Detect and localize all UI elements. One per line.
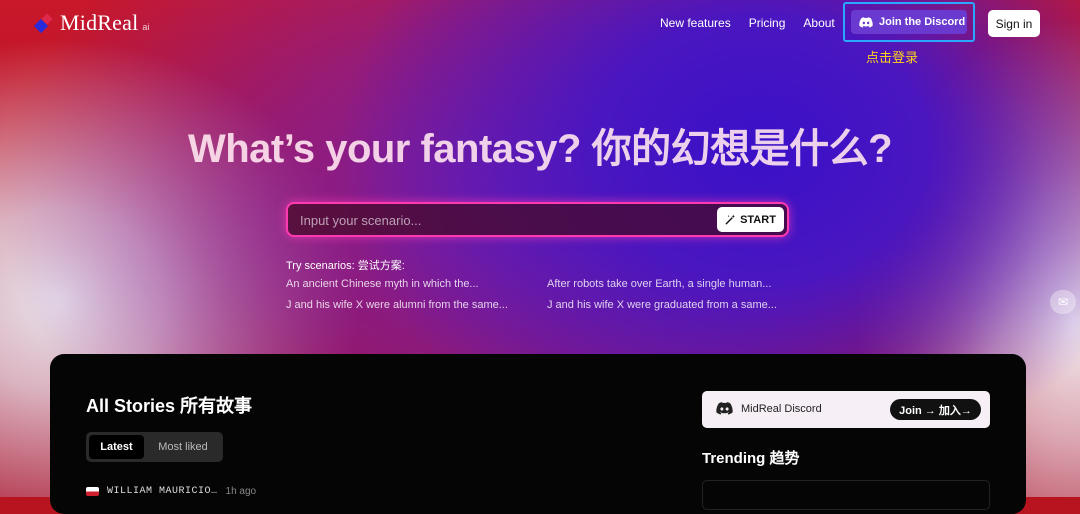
- join-discord-button[interactable]: Join the Discord: [851, 10, 967, 34]
- scenario-link[interactable]: J and his wife X were graduated from a s…: [547, 299, 777, 311]
- logo-mark-icon: [33, 12, 56, 34]
- story-time: 1h ago: [225, 486, 257, 497]
- start-label: START: [740, 213, 776, 226]
- join-button[interactable]: Join → 加入→: [890, 399, 981, 420]
- tab-most-liked[interactable]: Most liked: [148, 435, 218, 459]
- story-author: WILLIAM MAURICIO…: [107, 486, 218, 497]
- discord-card-label: MidReal Discord: [741, 403, 822, 415]
- discord-icon: [716, 402, 733, 415]
- scenario-search-box: START: [286, 202, 789, 237]
- scenario-input[interactable]: [298, 204, 702, 237]
- discord-card: MidReal Discord Join → 加入→: [702, 391, 990, 428]
- floating-chat-icon[interactable]: ✉: [1050, 290, 1076, 314]
- nav-new-features[interactable]: New features: [660, 16, 731, 30]
- story-item[interactable]: WILLIAM MAURICIO… 1h ago: [86, 486, 256, 497]
- magic-wand-icon: [725, 214, 736, 225]
- login-hint-annotation: 点击登录: [866, 50, 919, 65]
- scenario-link[interactable]: J and his wife X were alumni from the sa…: [286, 299, 508, 311]
- try-scenarios-label: Try scenarios: 尝试方案:: [286, 260, 405, 272]
- scenario-link[interactable]: After robots take over Earth, a single h…: [547, 278, 771, 290]
- logo-text: MidReal: [60, 10, 139, 35]
- logo-sup: ai: [142, 22, 150, 32]
- trending-title: Trending 趋势: [702, 450, 800, 467]
- scenario-link[interactable]: An ancient Chinese myth in which the...: [286, 278, 479, 290]
- join-discord-highlight: Join the Discord: [843, 2, 975, 42]
- sign-in-button[interactable]: Sign in: [988, 10, 1040, 37]
- join-discord-label: Join the Discord: [879, 16, 966, 28]
- author-avatar: [86, 487, 99, 496]
- discord-icon: [859, 16, 873, 28]
- stories-panel: All Stories 所有故事 Latest Most liked WILLI…: [50, 354, 1026, 514]
- stories-tabs: Latest Most liked: [86, 432, 223, 462]
- nav-pricing[interactable]: Pricing: [749, 16, 786, 30]
- trending-item[interactable]: [702, 480, 990, 510]
- all-stories-title: All Stories 所有故事: [86, 396, 253, 416]
- tab-latest[interactable]: Latest: [89, 435, 144, 459]
- hero-title: What’s your fantasy? 你的幻想是什么?: [187, 127, 893, 171]
- start-button[interactable]: START: [717, 207, 784, 232]
- top-nav: New features Pricing About: [660, 16, 835, 30]
- logo[interactable]: MidReal ai: [33, 10, 150, 36]
- nav-about[interactable]: About: [803, 16, 834, 30]
